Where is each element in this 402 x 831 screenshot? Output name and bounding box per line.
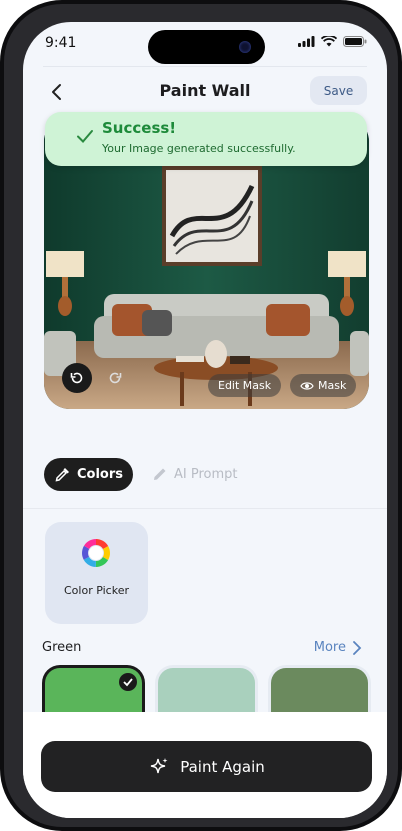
- color-wheel-icon: [82, 539, 110, 567]
- checkmark-icon: [77, 130, 93, 143]
- pencil-icon: [154, 468, 166, 480]
- paint-again-button[interactable]: Paint Again: [41, 741, 372, 792]
- camera-icon: [239, 41, 251, 53]
- mask-toggle-button[interactable]: Mask: [290, 374, 357, 397]
- more-link[interactable]: More: [314, 640, 362, 655]
- eye-icon: [300, 381, 314, 390]
- mask-label: Mask: [318, 379, 347, 392]
- tab-ai-prompt-label: AI Prompt: [174, 467, 238, 482]
- header-divider: [43, 66, 367, 67]
- signal-icon: [298, 36, 315, 47]
- redo-icon: [109, 372, 122, 384]
- chevron-right-icon: [353, 640, 362, 655]
- save-button[interactable]: Save: [310, 76, 367, 105]
- toast-message: Your Image generated successfully.: [102, 142, 296, 155]
- phone-bezel: 9:41 Paint Wall Save Edit Mask Mask Succ…: [4, 4, 398, 827]
- paint-again-label: Paint Again: [180, 757, 265, 776]
- battery-icon: [343, 36, 367, 47]
- color-picker-label: Color Picker: [64, 584, 129, 597]
- dynamic-island: [148, 30, 265, 64]
- toast-title: Success!: [102, 119, 177, 137]
- edit-mask-label: Edit Mask: [218, 379, 272, 392]
- palette-name: Green: [42, 640, 82, 655]
- app-screen: 9:41 Paint Wall Save Edit Mask Mask Succ…: [23, 22, 387, 818]
- phone-frame: 9:41 Paint Wall Save Edit Mask Mask Succ…: [0, 0, 402, 831]
- status-icons: [298, 36, 367, 47]
- tab-ai-prompt[interactable]: AI Prompt: [151, 458, 238, 491]
- check-badge-icon: [119, 673, 137, 691]
- dropper-icon: [55, 468, 69, 482]
- sparkle-icon: [151, 757, 168, 773]
- undo-icon: [70, 372, 83, 384]
- undo-button[interactable]: [62, 363, 92, 393]
- section-divider: [23, 508, 387, 509]
- tab-colors[interactable]: Colors: [44, 458, 134, 491]
- edit-mask-button[interactable]: Edit Mask: [208, 374, 282, 397]
- success-toast: Success! Your Image generated successful…: [45, 112, 367, 166]
- wifi-icon: [321, 36, 337, 47]
- color-picker-button[interactable]: Color Picker: [45, 522, 148, 624]
- status-time: 9:41: [45, 35, 77, 51]
- more-label: More: [313, 640, 346, 655]
- tab-colors-label: Colors: [77, 467, 124, 482]
- redo-button[interactable]: [100, 363, 130, 393]
- tool-tabs: Colors AI Prompt: [44, 458, 238, 491]
